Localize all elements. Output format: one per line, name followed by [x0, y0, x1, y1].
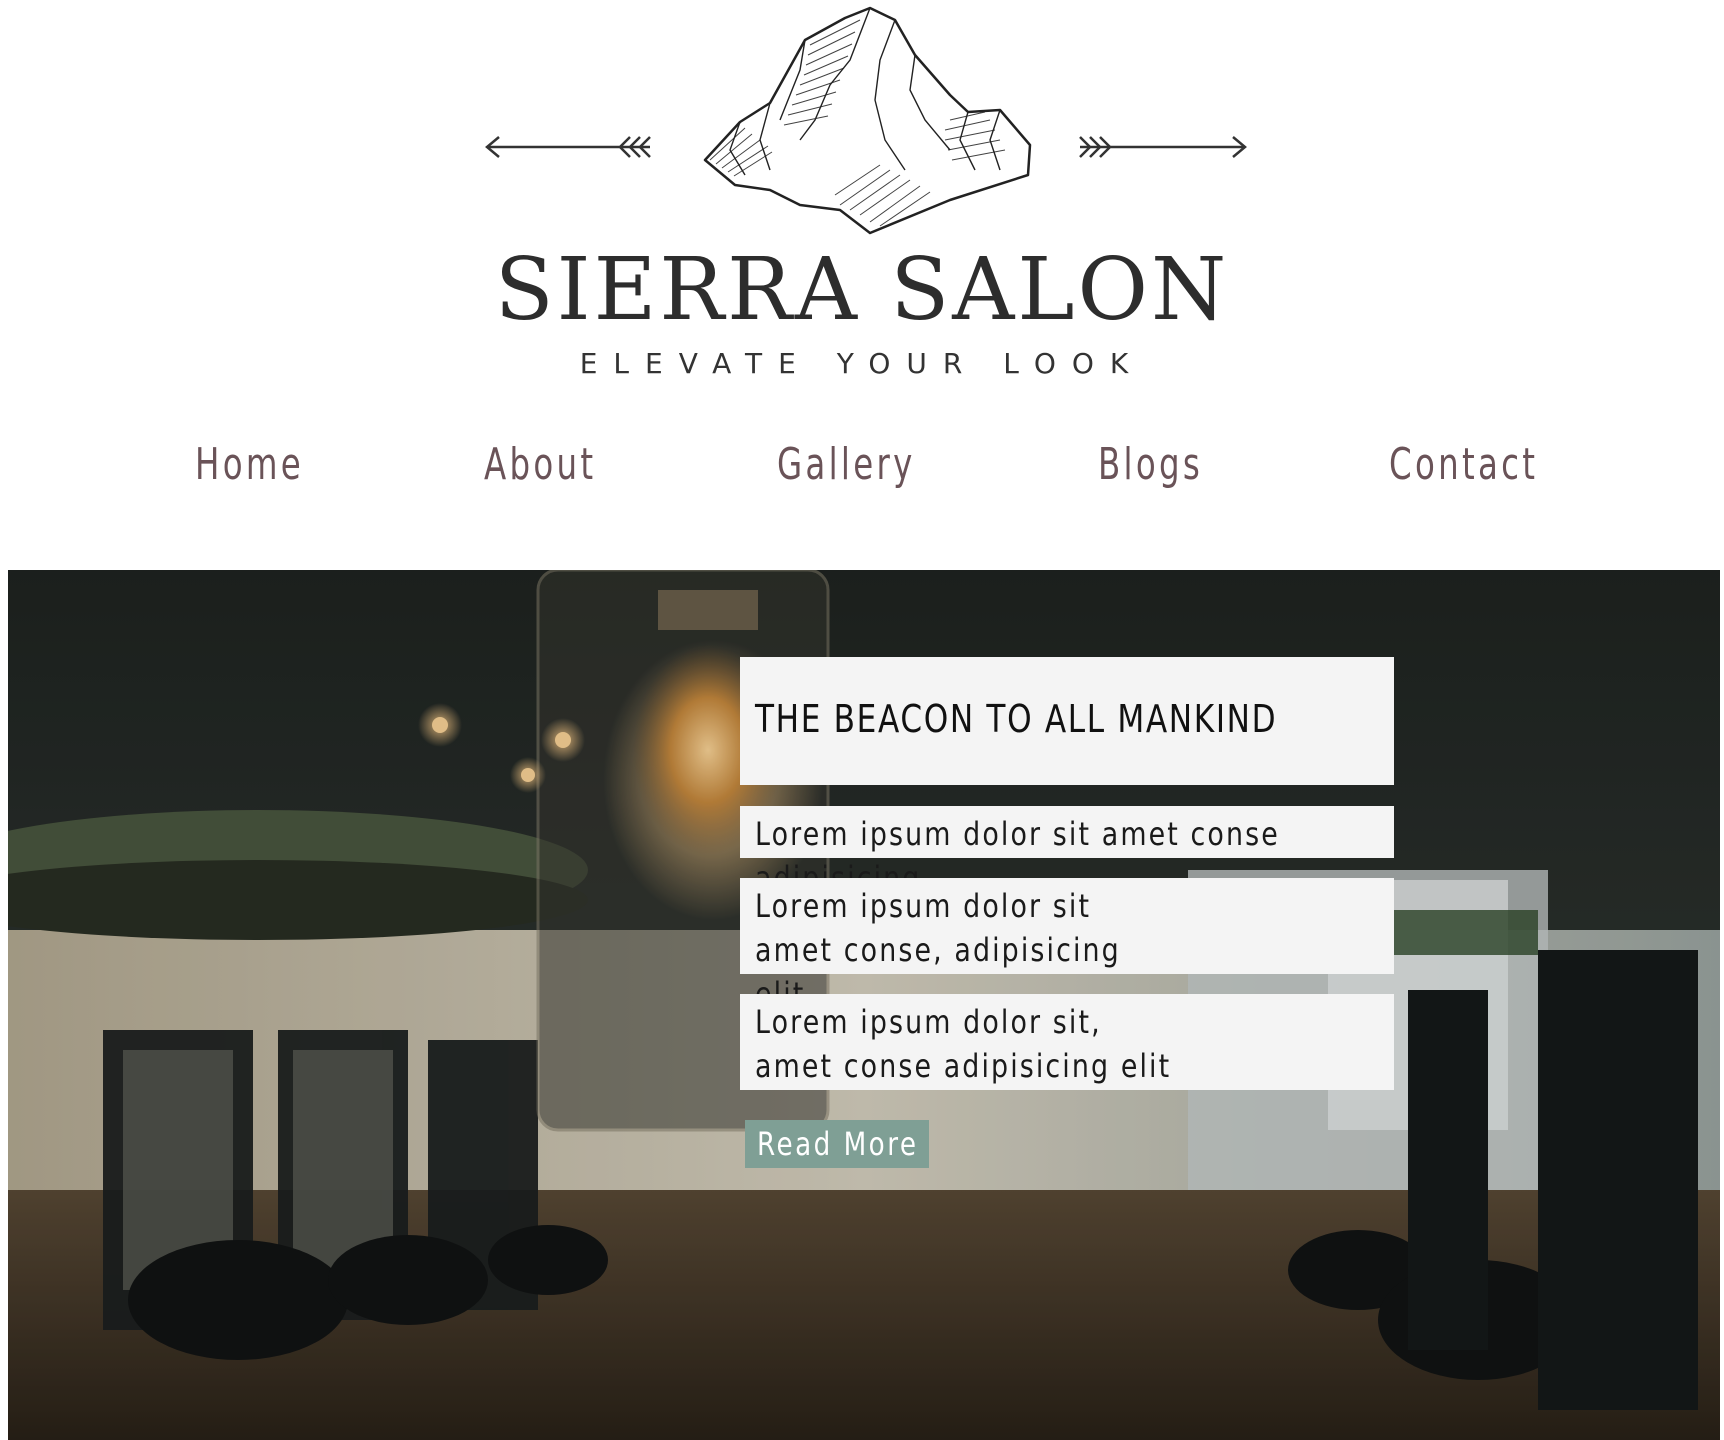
nav-item-about[interactable]: About [484, 430, 596, 500]
read-more-label: Read More [757, 1125, 919, 1163]
brand-tagline: ELEVATE YOUR LOOK [579, 347, 1145, 380]
nav-item-gallery[interactable]: Gallery [777, 430, 916, 500]
nav-item-blogs[interactable]: Blogs [1098, 430, 1203, 500]
hero-title: THE BEACON TO ALL MANKIND [755, 697, 1278, 741]
main-nav: Home About Gallery Blogs Contact [0, 430, 1724, 500]
hero-text-line: Lorem ipsum dolor sit amet conse adipisi… [740, 806, 1394, 897]
site-header: SIERRA SALON ELEVATE YOUR LOOK [0, 0, 1724, 400]
hero-text-line: Lorem ipsum dolor sit amet conse, adipis… [740, 878, 1394, 1013]
nav-item-home[interactable]: Home [195, 430, 304, 500]
hero-text: Lorem ipsum dolor sit, amet conse adipis… [755, 1003, 1172, 1085]
mountain-logo-icon [485, 6, 1247, 235]
hero-title-box: THE BEACON TO ALL MANKIND [740, 657, 1394, 785]
brand-name: SIERRA SALON [494, 240, 1230, 340]
hero-text-line: Lorem ipsum dolor sit, amet conse adipis… [740, 994, 1394, 1090]
read-more-button[interactable]: Read More [745, 1120, 929, 1168]
right-arrow-icon [1079, 136, 1247, 158]
nav-item-contact[interactable]: Contact [1389, 430, 1538, 500]
left-arrow-icon [485, 136, 651, 158]
